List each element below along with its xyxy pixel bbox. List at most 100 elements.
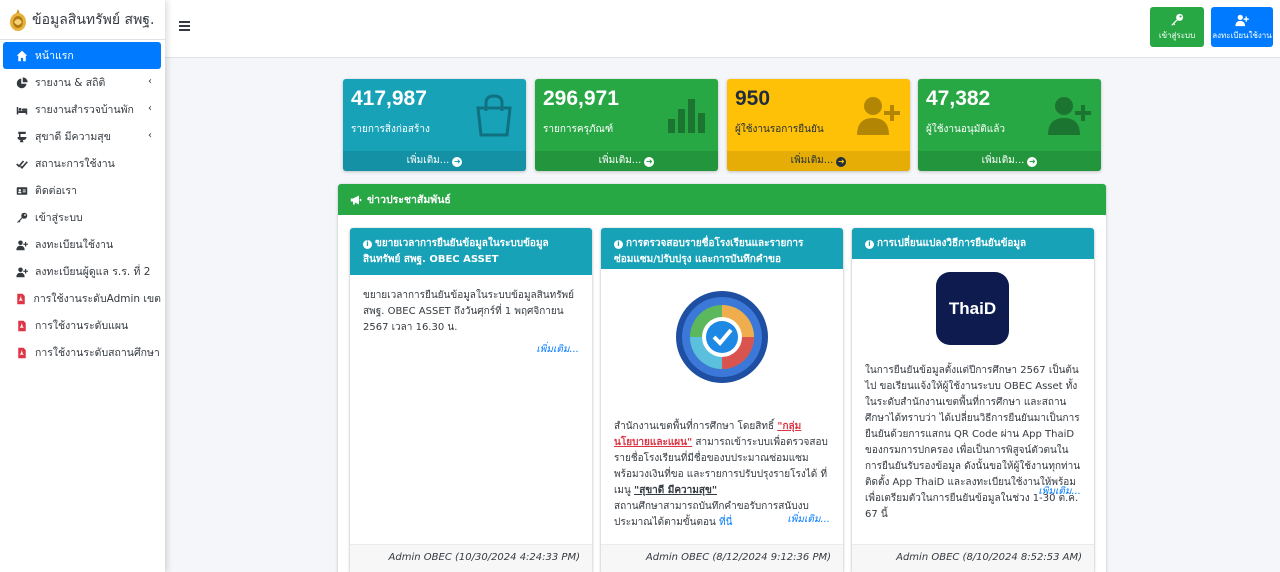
sidebar-item-label: การใช้งานระดับสถานศึกษา <box>35 347 160 359</box>
sidebar-item-label: เข้าสู่ระบบ <box>35 212 83 224</box>
news-card-title: i ขยายเวลาการยืนยันข้อมูลในระบบข้อมูลสินท… <box>350 228 592 275</box>
pdf-icon <box>14 293 28 305</box>
key-icon <box>14 212 29 224</box>
top-navbar: เข้าสู่ระบบ ลงทะเบียนใช้งาน <box>165 0 1280 58</box>
bar-chart-icon <box>668 99 705 133</box>
stat-more-label: เพิ่มเติม... <box>406 155 450 166</box>
shopping-bag-icon <box>476 94 512 137</box>
sidebar-item-home[interactable]: หน้าแรก <box>3 42 161 69</box>
sidebar-item-label: รายงาน & สถิติ <box>35 77 106 89</box>
sidebar-item-label: การใช้งานระดับAdmin เขต <box>33 293 162 305</box>
login-button[interactable]: เข้าสู่ระบบ <box>1150 7 1204 47</box>
stat-label: ผู้ใช้งานรอการยืนยัน <box>735 124 824 135</box>
brand-title: ข้อมูลสินทรัพย์ สพฐ. <box>32 11 155 28</box>
toilet-icon <box>14 131 29 143</box>
read-more-link[interactable]: เพิ่มเติม... <box>1038 484 1081 499</box>
obec-logo-icon <box>10 8 26 31</box>
news-card-footer: Admin OBEC (10/30/2024 4:24:33 PM) <box>350 544 592 572</box>
check-double-icon <box>14 158 29 170</box>
home-icon <box>14 50 29 62</box>
sidebar-item-reports[interactable]: รายงาน & สถิติ ‹ <box>3 69 161 96</box>
sidebar-item-manual-plan[interactable]: การใช้งานระดับแผน <box>3 312 161 339</box>
chevron-left-icon: ‹ <box>148 76 152 87</box>
news-card-text: สำนักงานเขตพื้นที่การศึกษา โดยสิทธิ์ <box>614 421 778 432</box>
read-more-link[interactable]: เพิ่มเติม... <box>536 342 579 357</box>
sidebar-item-register[interactable]: ลงทะเบียนใช้งาน <box>3 231 161 258</box>
register-button[interactable]: ลงทะเบียนใช้งาน <box>1211 7 1273 47</box>
user-plus-icon <box>14 239 29 251</box>
stat-value: 47,382 <box>926 87 991 110</box>
news-card-title: i การเปลี่ยนแปลงวิธีการยืนยันข้อมูล <box>852 228 1094 259</box>
news-title: ข่าวประชาสัมพันธ์ <box>367 194 451 206</box>
sidebar-item-label: หน้าแรก <box>35 50 74 62</box>
thaid-logo-image: ThaiD <box>936 272 1009 345</box>
pdf-icon <box>14 347 29 359</box>
happy-toilet-menu-link[interactable]: "สุขาดี มีความสุข" <box>634 485 717 496</box>
sidebar-item-register-admin-2[interactable]: ลงทะเบียนผู้ดูแล ร.ร. ที่ 2 <box>3 258 161 285</box>
stat-value: 417,987 <box>351 87 427 110</box>
stat-box-buildings: 417,987 รายการสิ่งก่อสร้าง เพิ่มเติม... ➜ <box>343 79 526 171</box>
stat-label: รายการครุภัณฑ์ <box>543 124 614 135</box>
sidebar-item-login[interactable]: เข้าสู่ระบบ <box>3 204 161 231</box>
news-card-footer: Admin OBEC (8/10/2024 8:52:53 AM) <box>852 544 1094 572</box>
news-card-title-text: การตรวจสอบรายชื่อโรงเรียนและรายการซ่อมแซ… <box>614 238 804 265</box>
register-button-label: ลงทะเบียนใช้งาน <box>1212 30 1272 40</box>
thaid-logo: ThaiD <box>852 259 1094 363</box>
stat-label: ผู้ใช้งานอนุมัติแล้ว <box>926 124 1005 135</box>
info-circle-icon: i <box>865 240 874 249</box>
news-card: i การตรวจสอบรายชื่อโรงเรียนและรายการซ่อมแ… <box>601 228 843 572</box>
bullhorn-icon <box>350 195 362 204</box>
happy-toilet-logo-image <box>676 291 768 383</box>
bed-icon <box>14 104 29 116</box>
user-plus-icon <box>857 97 900 135</box>
news-card-title: i การตรวจสอบรายชื่อโรงเรียนและรายการซ่อมแ… <box>601 228 843 269</box>
thaid-logo-text: ThaiD <box>948 298 997 318</box>
stat-box-approved-users: 47,382 ผู้ใช้งานอนุมัติแล้ว เพิ่มเติม...… <box>918 79 1101 171</box>
here-link[interactable]: ที่นี่ <box>719 517 732 528</box>
news-card-body: ขยายเวลาการยืนยันข้อมูลในระบบข้อมูลสินทร… <box>363 290 575 333</box>
info-circle-icon: i <box>363 240 372 249</box>
info-circle-icon: i <box>614 240 623 249</box>
sidebar-item-label: รายงานสำรวจบ้านพัก <box>35 104 134 116</box>
user-plus-icon <box>1048 97 1091 135</box>
stat-more-link[interactable]: เพิ่มเติม... ➜ <box>343 151 526 171</box>
news-card-footer: Admin OBEC (8/12/2024 9:12:36 PM) <box>601 544 843 572</box>
sidebar-item-usage-status[interactable]: สถานะการใช้งาน <box>3 150 161 177</box>
stat-more-label: เพิ่มเติม... <box>790 155 834 166</box>
sidebar-item-label: สุขาดี มีความสุข <box>35 131 111 143</box>
user-plus-icon <box>14 266 29 278</box>
sidebar-item-housing-report[interactable]: รายงานสำรวจบ้านพัก ‹ <box>3 96 161 123</box>
happy-toilet-logo <box>601 269 843 419</box>
sidebar-item-label: สถานะการใช้งาน <box>35 158 115 170</box>
news-header: ข่าวประชาสัมพันธ์ <box>338 184 1106 215</box>
hamburger-menu-icon[interactable] <box>179 21 190 31</box>
sidebar-item-happy-toilet[interactable]: สุขาดี มีความสุข ‹ <box>3 123 161 150</box>
arrow-circle-right-icon: ➜ <box>452 157 463 167</box>
user-plus-icon <box>1235 14 1249 26</box>
stat-more-label: เพิ่มเติม... <box>981 155 1025 166</box>
stat-more-link[interactable]: เพิ่มเติม... ➜ <box>918 151 1101 171</box>
news-card-title-text: ขยายเวลาการยืนยันข้อมูลในระบบข้อมูลสินทร… <box>363 238 549 265</box>
sidebar-item-contact[interactable]: ติดต่อเรา <box>3 177 161 204</box>
news-card-title-text: การเปลี่ยนแปลงวิธีการยืนยันข้อมูล <box>877 238 1027 249</box>
sidebar-item-manual-school[interactable]: การใช้งานระดับสถานศึกษา <box>3 339 161 366</box>
news-card: i การเปลี่ยนแปลงวิธีการยืนยันข้อมูล ThaiD… <box>852 228 1094 572</box>
sidebar-nav: หน้าแรก รายงาน & สถิติ ‹ รายงานสำรวจบ้าน… <box>0 40 165 366</box>
arrow-circle-right-icon: ➜ <box>836 157 847 167</box>
stat-box-equipment: 296,971 รายการครุภัณฑ์ เพิ่มเติม... ➜ <box>535 79 718 171</box>
sidebar-item-label: ติดต่อเรา <box>35 185 77 197</box>
stat-more-link[interactable]: เพิ่มเติม... ➜ <box>535 151 718 171</box>
stat-more-label: เพิ่มเติม... <box>598 155 642 166</box>
stat-more-link[interactable]: เพิ่มเติม... ➜ <box>727 151 910 171</box>
stat-value: 296,971 <box>543 87 619 110</box>
read-more-link[interactable]: เพิ่มเติม... <box>787 512 830 527</box>
stat-value: 950 <box>735 87 771 110</box>
sidebar-item-label: ลงทะเบียนใช้งาน <box>35 239 114 251</box>
login-button-label: เข้าสู่ระบบ <box>1158 30 1196 40</box>
stat-box-pending-users: 950 ผู้ใช้งานรอการยืนยัน เพิ่มเติม... ➜ <box>727 79 910 171</box>
brand[interactable]: ข้อมูลสินทรัพย์ สพฐ. <box>0 0 165 40</box>
sidebar: ข้อมูลสินทรัพย์ สพฐ. หน้าแรก รายงาน & สถ… <box>0 0 165 572</box>
pdf-icon <box>14 320 29 332</box>
sidebar-item-manual-admin[interactable]: การใช้งานระดับAdmin เขต <box>3 285 161 312</box>
chevron-left-icon: ‹ <box>148 130 152 141</box>
